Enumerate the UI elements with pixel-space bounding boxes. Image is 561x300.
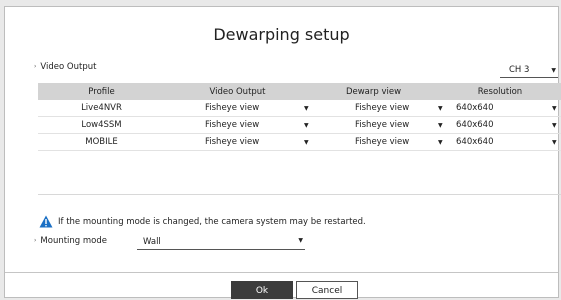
table-row: Low4SSM Fisheye view ▼ Fisheye view ▼ 64…: [38, 117, 561, 134]
resolution-value: 640x640: [456, 119, 494, 130]
table-row: Live4NVR Fisheye view ▼ Fisheye view ▼ 6…: [38, 100, 561, 117]
resolution-value: 640x640: [456, 102, 494, 113]
section-arrow-icon: ›: [34, 63, 37, 70]
chevron-down-icon: ▼: [552, 138, 557, 146]
table-header: Profile Video Output Dewarp view Resolut…: [38, 83, 561, 100]
video-output-select[interactable]: Fisheye view ▼: [165, 117, 310, 134]
dewarp-view-value: Fisheye view: [355, 119, 410, 130]
video-output-select[interactable]: Fisheye view ▼: [165, 134, 310, 151]
profile-cell: MOBILE: [85, 137, 118, 147]
cancel-button[interactable]: Cancel: [296, 281, 358, 299]
header-video-output: Video Output: [209, 86, 266, 97]
video-output-section-label: › Video Output: [34, 62, 96, 72]
dewarp-view-select[interactable]: Fisheye view ▼: [310, 100, 443, 117]
video-output-value: Fisheye view: [205, 102, 260, 113]
profile-cell: Low4SSM: [81, 120, 122, 130]
chevron-down-icon: ▼: [552, 121, 557, 129]
profile-cell: Live4NVR: [81, 103, 122, 113]
mounting-mode-label: Mounting mode: [40, 236, 107, 246]
chevron-down-icon: ▼: [304, 138, 309, 146]
resolution-select[interactable]: 640x640 ▼: [437, 100, 561, 117]
video-output-value: Fisheye view: [205, 119, 260, 130]
channel-select[interactable]: CH 3 ▼: [500, 63, 558, 78]
dewarp-view-value: Fisheye view: [355, 136, 410, 147]
dewarp-view-select[interactable]: Fisheye view ▼: [310, 134, 443, 151]
resolution-select[interactable]: 640x640 ▼: [437, 134, 561, 151]
video-output-label: Video Output: [40, 62, 97, 72]
header-dewarp-view: Dewarp view: [345, 86, 402, 97]
video-output-select[interactable]: Fisheye view ▼: [165, 100, 310, 117]
footer-divider: [5, 272, 558, 273]
chevron-down-icon: ▼: [551, 67, 556, 74]
section-arrow-icon: ›: [34, 237, 37, 244]
header-resolution: Resolution: [477, 86, 523, 97]
chevron-down-icon: ▼: [304, 121, 309, 129]
mounting-mode-value: Wall: [143, 237, 161, 247]
warning-message: If the mounting mode is changed, the cam…: [39, 215, 366, 228]
mounting-mode-select[interactable]: Wall ▼: [137, 235, 305, 250]
chevron-down-icon: ▼: [552, 104, 557, 112]
warning-text: If the mounting mode is changed, the cam…: [58, 216, 366, 227]
video-output-value: Fisheye view: [205, 136, 260, 147]
mounting-mode-section-label: › Mounting mode: [34, 236, 107, 246]
dialog-title: Dewarping setup: [213, 25, 350, 44]
table-row: MOBILE Fisheye view ▼ Fisheye view ▼ 640…: [38, 134, 561, 151]
channel-select-value: CH 3: [509, 65, 530, 75]
ok-button[interactable]: Ok: [231, 281, 293, 299]
section-divider: [38, 194, 561, 195]
dewarp-view-value: Fisheye view: [355, 102, 410, 113]
dewarp-view-select[interactable]: Fisheye view ▼: [310, 117, 443, 134]
chevron-down-icon: ▼: [298, 237, 303, 244]
dewarping-dialog: Dewarping setup › Video Output CH 3 ▼ Pro…: [4, 6, 561, 299]
resolution-value: 640x640: [456, 136, 494, 147]
chevron-down-icon: ▼: [304, 104, 309, 112]
warning-triangle-icon: [39, 215, 53, 228]
resolution-select[interactable]: 640x640 ▼: [437, 117, 561, 134]
header-profile: Profile: [88, 86, 115, 97]
profile-table: Profile Video Output Dewarp view Resolut…: [38, 83, 561, 151]
